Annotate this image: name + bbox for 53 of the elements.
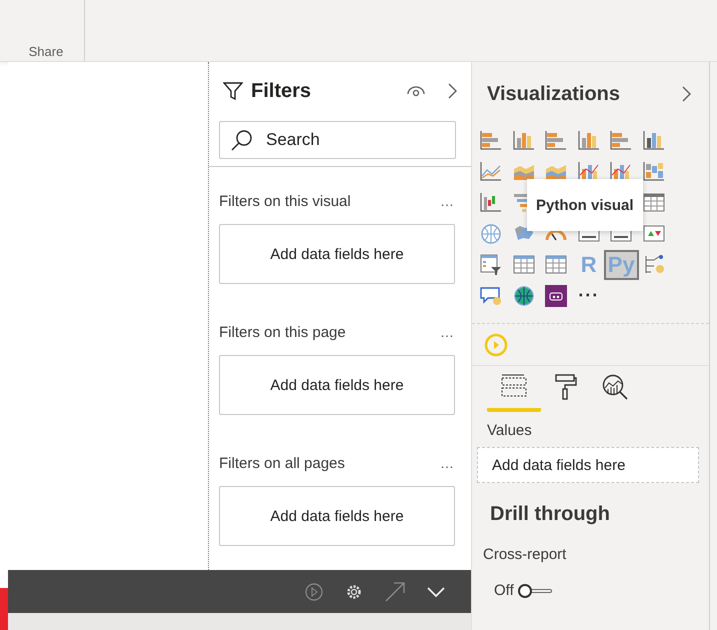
pane-title: Visualizations bbox=[487, 82, 620, 106]
globe-icon[interactable] bbox=[512, 284, 535, 306]
play-circle-icon[interactable] bbox=[305, 582, 323, 600]
chevron-right-icon[interactable] bbox=[447, 83, 457, 99]
section-title: Filters on this visual bbox=[219, 192, 351, 210]
pane-title: Filters bbox=[251, 80, 312, 102]
filter-dropzone[interactable]: Add data fields here bbox=[219, 355, 455, 415]
column-chart-icon[interactable] bbox=[578, 130, 600, 152]
slicer-icon[interactable] bbox=[480, 254, 502, 276]
filter-dropzone[interactable]: Add data fields here bbox=[219, 486, 455, 546]
section-title: Filters on all pages bbox=[219, 454, 345, 472]
chevron-right-icon[interactable] bbox=[681, 86, 691, 102]
cross-report-label: Cross-report bbox=[483, 546, 568, 563]
bar-chart-icon[interactable] bbox=[545, 130, 568, 152]
fields-icon bbox=[501, 374, 527, 398]
line-chart-icon[interactable] bbox=[480, 160, 502, 182]
ribbon-group-label: Share bbox=[28, 44, 64, 59]
settings-icon[interactable] bbox=[345, 582, 363, 600]
diagonal-arrow-icon[interactable] bbox=[385, 582, 405, 602]
paint-roller-icon bbox=[555, 374, 577, 400]
toggle-switch[interactable] bbox=[518, 584, 552, 598]
analytics-magnifier-icon bbox=[602, 374, 630, 400]
more-options-button[interactable]: … bbox=[440, 324, 455, 340]
ribbon-chart-icon[interactable] bbox=[642, 160, 665, 182]
toggle-label: Off bbox=[494, 582, 514, 599]
tooltip: Python visual bbox=[527, 179, 642, 231]
table-icon[interactable] bbox=[512, 254, 535, 276]
page-tab-marker bbox=[0, 588, 8, 630]
decomposition-tree-icon[interactable] bbox=[642, 254, 665, 276]
section-title: Filters on this page bbox=[219, 324, 346, 340]
speech-bubble-icon[interactable] bbox=[480, 284, 502, 306]
chevron-down-icon[interactable] bbox=[427, 586, 445, 598]
more-visuals-button[interactable]: ··· bbox=[578, 285, 600, 306]
table-icon[interactable] bbox=[545, 254, 568, 276]
more-options-button[interactable]: … bbox=[440, 455, 455, 471]
kpi-icon[interactable] bbox=[642, 222, 665, 244]
more-options-button[interactable]: … bbox=[440, 193, 455, 209]
filter-dropzone[interactable]: Add data fields here bbox=[219, 224, 455, 284]
fields-tab[interactable] bbox=[487, 374, 541, 412]
waterfall-chart-icon[interactable] bbox=[480, 192, 502, 214]
values-dropzone[interactable]: Add data fields here bbox=[477, 447, 699, 483]
app-icon[interactable] bbox=[545, 284, 568, 306]
column-chart-icon[interactable] bbox=[512, 130, 535, 152]
eye-icon[interactable] bbox=[407, 85, 425, 97]
filter-icon bbox=[223, 81, 243, 101]
treemap-icon[interactable] bbox=[642, 192, 665, 214]
search-field[interactable]: Search bbox=[219, 121, 456, 159]
column-chart-icon[interactable] bbox=[642, 130, 665, 152]
bar-chart-icon[interactable] bbox=[480, 130, 502, 152]
section-heading: Drill through bbox=[490, 503, 611, 526]
values-label: Values bbox=[487, 422, 533, 439]
search-icon bbox=[231, 129, 253, 151]
bar-chart-icon[interactable] bbox=[610, 130, 632, 152]
